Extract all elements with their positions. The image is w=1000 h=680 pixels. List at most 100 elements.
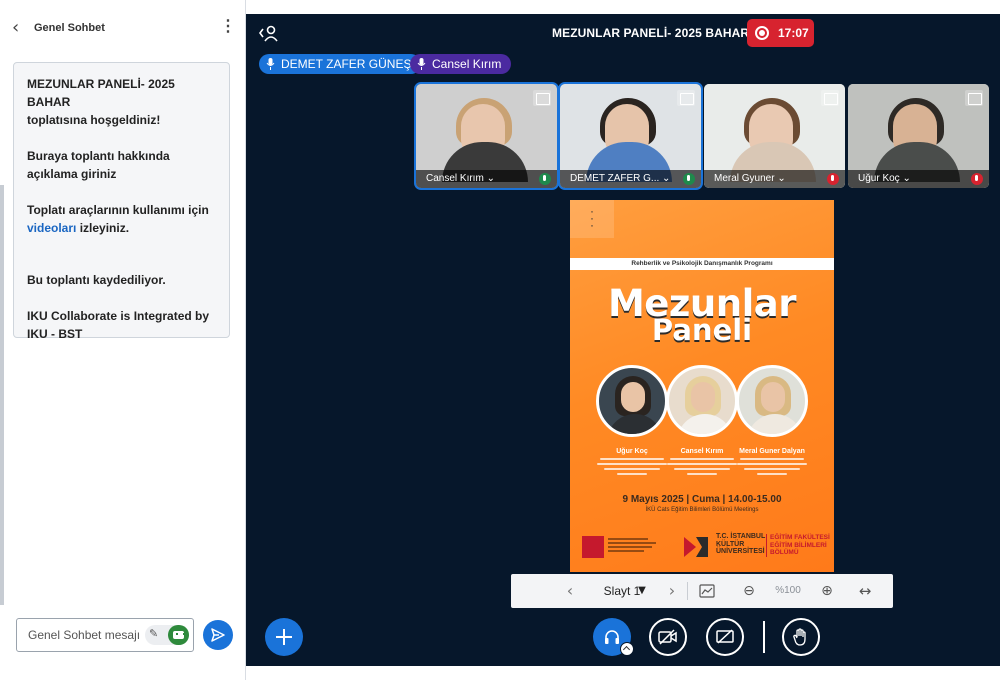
toolbar-divider [687,582,688,600]
video-tile[interactable]: Cansel Kırım ⌄ [414,82,559,190]
chevron-right-icon[interactable]: › [661,574,683,608]
welcome-tools-text: Toplatı araçlarının kullanımı için [27,203,209,217]
bot-icon[interactable] [168,625,189,645]
recording-notice: Bu toplantı kaydediliyor. [27,273,166,287]
event-venue: İKÜ Cats Eğitim Bilimleri Bölümü Meeting… [645,507,759,513]
meeting-title: MEZUNLAR PANELİ- 2025 BAHAR [552,26,750,40]
speaker-face [621,382,645,412]
speaker-photo [596,365,668,437]
welcome-message: MEZUNLAR PANELİ- 2025 BAHAR toplatısına … [13,62,230,341]
speaker-description [734,458,810,478]
talking-indicator[interactable]: DEMET ZAFER GÜNEŞ [259,54,422,74]
slide-controls: ‹ Slayt 1 ▼ › ⊖ %100 ⊕ ↔ [511,574,893,608]
speaker-shirt [607,414,663,434]
faculty-name: EĞİTİM FAKÜLTESİ EĞİTİM BİLİMLERİ BÖLÜMÜ [766,534,832,557]
participant-name[interactable]: Cansel Kırım ⌄ [426,173,495,184]
tile-name-bar: DEMET ZAFER G... ⌄ [560,170,701,188]
headphones-icon [605,630,619,644]
zoom-level: %100 [775,585,801,596]
welcome-greeting: toplatısına hoşgeldiniz! [27,113,161,127]
expand-icon[interactable] [821,90,839,106]
participant-name[interactable]: Meral Gyuner ⌄ [714,173,786,184]
microphone-off-icon [971,173,983,185]
university-name: T.C. İSTANBUL KÜLTÜR ÜNİVERSİTESİ [716,533,766,555]
talker-name: Cansel Kırım [432,57,502,71]
talker-name: DEMET ZAFER GÜNEŞ [281,57,412,71]
expand-icon[interactable] [533,90,551,106]
send-button[interactable] [203,620,233,650]
hand-icon [793,628,806,646]
toolbar-divider [763,621,765,653]
tile-name-bar: Cansel Kırım ⌄ [416,170,557,188]
event-date: 9 Mayıs 2025 | Cuma | 14.00-15.00 [622,494,782,505]
chevron-down-icon[interactable]: ▼ [635,574,649,608]
sdg-text [608,538,658,554]
zoom-in-icon[interactable]: ⊕ [817,574,837,608]
speaker-description [664,458,740,478]
chat-message-input[interactable] [17,619,147,651]
slide-options-button[interactable]: · · · [570,200,614,238]
recording-indicator[interactable]: 17:07 [747,19,814,47]
slide-program-title: Rehberlik ve Psikolojik Danışmanlık Prog… [631,260,773,267]
more-vertical-icon[interactable]: ⋮ [220,17,236,37]
microphone-on-icon [539,173,551,185]
microphone-on-icon [683,173,695,185]
participant-name[interactable]: DEMET ZAFER G... ⌄ [570,173,670,184]
sdg-logo [582,536,604,558]
send-icon [211,628,225,642]
tile-name-bar: Meral Gyuner ⌄ [704,170,845,188]
zoom-out-icon[interactable]: ⊖ [739,574,759,608]
share-screen-button[interactable] [706,618,744,656]
more-vertical-icon: · · · [590,204,594,232]
screen-share-off-icon [716,629,734,644]
microphone-off-icon [827,173,839,185]
speaker-description [594,458,670,478]
message-mode-toggle[interactable]: ✎ [145,625,189,645]
integration-notice: IKU Collaborate is Integrated by IKU - B… [27,309,210,341]
videos-link[interactable]: videoları [27,221,76,235]
record-icon [755,26,769,40]
chat-header: ‹ Genel Sohbet ⋮ [0,0,246,56]
microphone-icon [417,58,426,70]
chart-icon[interactable] [699,584,715,598]
audio-options-caret[interactable] [620,642,634,656]
speaker-name: Meral Guner Dalyan [739,448,805,455]
welcome-tools-suffix: izleyiniz. [79,221,130,235]
talking-indicator[interactable]: Cansel Kırım [410,54,512,74]
recording-time: 17:07 [778,26,809,40]
speaker-face [761,382,785,412]
chevron-left-icon[interactable]: ‹ [12,18,19,38]
expand-icon[interactable] [965,90,983,106]
microphone-icon [266,58,275,70]
meeting-area: MEZUNLAR PANELİ- 2025 BAHAR 17:07 DEMET … [246,14,1000,666]
chevron-left-icon[interactable]: ‹ [559,574,581,608]
chat-scrollbar[interactable] [0,185,4,605]
video-tile[interactable]: Uğur Koç ⌄ [848,84,989,188]
chat-input-box: ✎ [16,618,194,652]
fit-width-icon[interactable]: ↔ [851,574,879,608]
expand-icon[interactable] [677,90,695,106]
user-list-toggle-icon[interactable] [258,24,280,42]
speaker-shirt [677,414,733,434]
camera-off-icon [658,629,677,645]
presentation-slide: · · · Rehberlik ve Psikolojik Danışmanlık … [570,200,834,572]
speaker-shirt [747,414,803,434]
video-tile[interactable]: Meral Gyuner ⌄ [704,84,845,188]
speaker-photo [666,365,738,437]
camera-button[interactable] [649,618,687,656]
speaker-photo [736,365,808,437]
speaker-face [691,382,715,412]
video-tile[interactable]: DEMET ZAFER G... ⌄ [558,82,703,190]
chat-title: Genel Sohbet [34,22,105,34]
chat-panel: ‹ Genel Sohbet ⋮ MEZUNLAR PANELİ- 2025 B… [0,0,246,680]
app-window: ‹ Genel Sohbet ⋮ MEZUNLAR PANELİ- 2025 B… [0,0,1000,680]
participant-name[interactable]: Uğur Koç ⌄ [858,173,911,184]
welcome-description: Buraya toplantı hakkında açıklama girini… [27,149,170,181]
pen-icon[interactable]: ✎ [149,627,158,640]
university-logo [684,537,708,557]
raise-hand-button[interactable] [782,618,820,656]
actions-button[interactable] [265,618,303,656]
slide-title-line2: Paneli [651,313,753,347]
welcome-meeting-title: MEZUNLAR PANELİ- 2025 BAHAR [27,77,175,109]
tile-name-bar: Uğur Koç ⌄ [848,170,989,188]
